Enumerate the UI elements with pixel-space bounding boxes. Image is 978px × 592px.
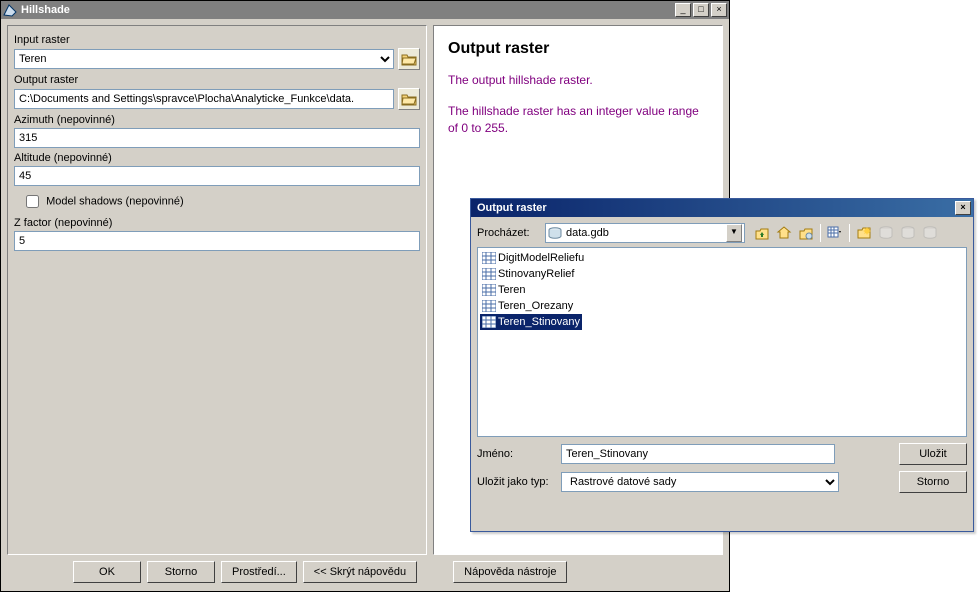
new-personal-gdb-button — [898, 223, 918, 243]
list-item-label: DigitModelReliefu — [498, 252, 584, 264]
list-item[interactable]: Teren — [480, 282, 528, 298]
tool-icon — [3, 3, 17, 17]
altitude-input[interactable] — [14, 166, 420, 186]
name-label: Jméno: — [477, 448, 561, 460]
model-shadows-label: Model shadows (nepovinné) — [46, 195, 184, 207]
list-item[interactable]: DigitModelReliefu — [480, 250, 586, 266]
input-raster-browse-button[interactable] — [398, 48, 420, 70]
altitude-label: Altitude (nepovinné) — [14, 152, 420, 164]
list-item-label: StinovanyRelief — [498, 268, 574, 280]
main-titlebar: Hillshade _ □ × — [1, 1, 729, 19]
parameters-panel: Input raster Teren Output raster Azimuth… — [7, 25, 427, 555]
file-list[interactable]: DigitModelReliefu StinovanyRelief Teren Ter… — [477, 247, 967, 437]
list-item-label: Teren_Stinovany — [498, 316, 580, 328]
save-as-type-select[interactable]: Rastrové datové sady — [561, 472, 839, 492]
window-title: Hillshade — [21, 4, 673, 16]
geodatabase-icon — [548, 227, 562, 239]
up-one-level-button[interactable] — [752, 223, 772, 243]
new-connection-button — [920, 223, 940, 243]
hide-help-button[interactable]: << Skrýt nápovědu — [303, 561, 417, 583]
list-item[interactable]: StinovanyRelief — [480, 266, 576, 282]
help-title: Output raster — [448, 40, 708, 58]
list-item-label: Teren — [498, 284, 526, 296]
home-button[interactable] — [774, 223, 794, 243]
location-combo[interactable]: data.gdb ▼ — [545, 223, 745, 243]
dialog-toolbar — [751, 223, 941, 243]
output-raster-save-dialog: Output raster × Procházet: data.gdb ▼ — [470, 198, 974, 532]
list-item-label: Teren_Orezany — [498, 300, 573, 312]
folder-open-icon — [401, 52, 417, 66]
dialog-title: Output raster — [473, 202, 953, 214]
input-raster-select[interactable]: Teren — [14, 49, 394, 69]
help-paragraph-1: The output hillshade raster. — [448, 72, 708, 89]
maximize-button[interactable]: □ — [693, 3, 709, 17]
environment-button[interactable]: Prostředí... — [221, 561, 297, 583]
folder-open-icon — [401, 92, 417, 106]
new-folder-button[interactable] — [854, 223, 874, 243]
close-button[interactable]: × — [711, 3, 727, 17]
browse-label: Procházet: — [477, 227, 545, 239]
filename-input[interactable] — [561, 444, 835, 464]
new-file-gdb-button — [876, 223, 896, 243]
view-menu-button[interactable] — [825, 223, 845, 243]
dialog-close-button[interactable]: × — [955, 201, 971, 215]
dialog-titlebar: Output raster × — [471, 199, 973, 217]
list-item[interactable]: Teren_Stinovany — [480, 314, 582, 330]
save-button[interactable]: Uložit — [899, 443, 967, 465]
zfactor-label: Z factor (nepovinné) — [14, 217, 420, 229]
zfactor-input[interactable] — [14, 231, 420, 251]
list-item[interactable]: Teren_Orezany — [480, 298, 575, 314]
azimuth-input[interactable] — [14, 128, 420, 148]
output-raster-label: Output raster — [14, 74, 420, 86]
storno-button[interactable]: Storno — [147, 561, 215, 583]
model-shadows-checkbox[interactable] — [26, 195, 39, 208]
output-raster-browse-button[interactable] — [398, 88, 420, 110]
azimuth-label: Azimuth (nepovinné) — [14, 114, 420, 126]
input-raster-label: Input raster — [14, 34, 420, 46]
type-label: Uložit jako typ: — [477, 476, 561, 488]
output-raster-input[interactable] — [14, 89, 394, 109]
minimize-button[interactable]: _ — [675, 3, 691, 17]
ok-button[interactable]: OK — [73, 561, 141, 583]
help-paragraph-2: The hillshade raster has an integer valu… — [448, 103, 708, 137]
tool-help-button[interactable]: Nápověda nástroje — [453, 561, 567, 583]
default-gdb-button[interactable] — [796, 223, 816, 243]
chevron-down-icon[interactable]: ▼ — [726, 224, 742, 242]
location-name: data.gdb — [566, 227, 609, 239]
cancel-button[interactable]: Storno — [899, 471, 967, 493]
bottom-button-bar: OK Storno Prostředí... << Skrýt nápovědu… — [7, 559, 723, 585]
